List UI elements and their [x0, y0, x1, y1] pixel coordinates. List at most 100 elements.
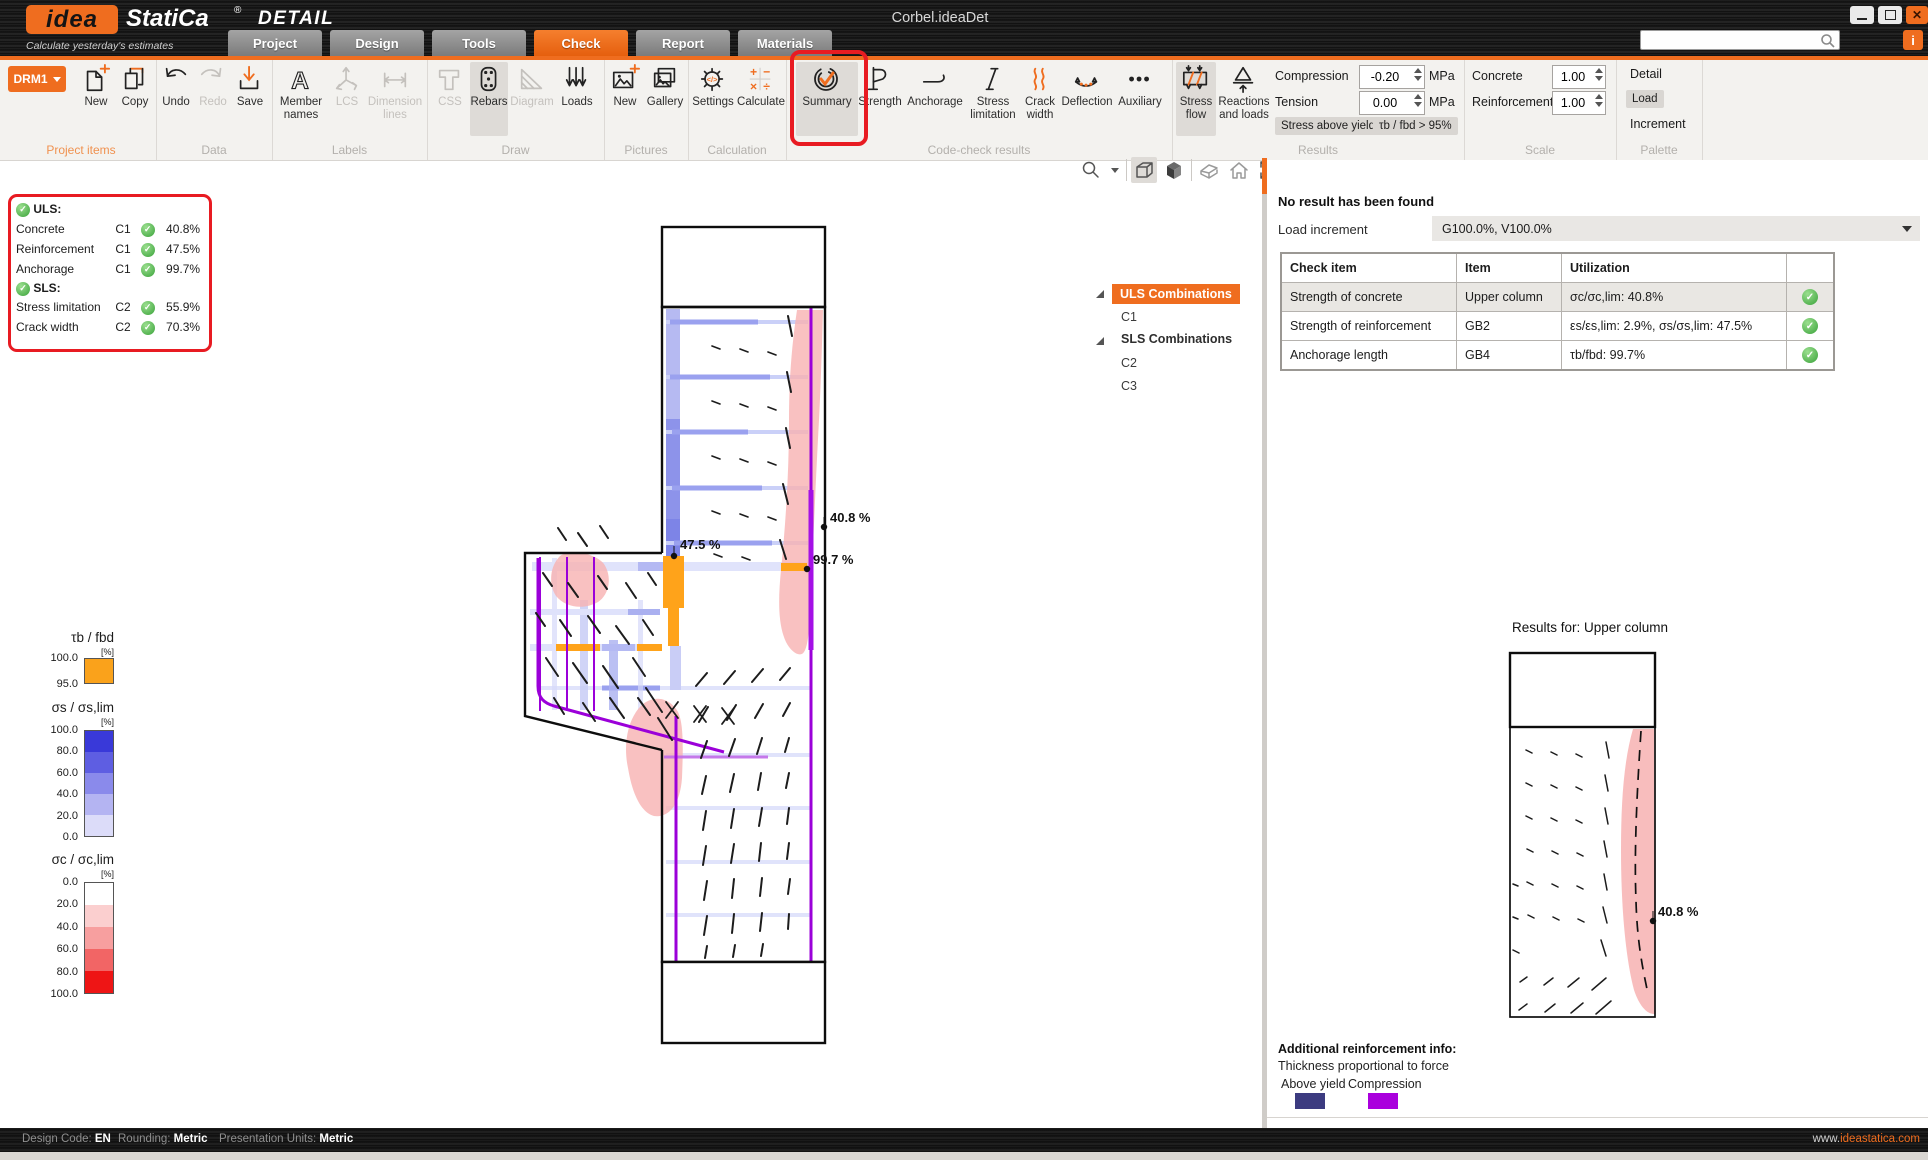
- table-row[interactable]: Strength of concrete Upper column σc/σc,…: [1281, 283, 1834, 312]
- magnifier-icon: [1081, 160, 1101, 180]
- home-view-button[interactable]: [1226, 157, 1252, 183]
- dimension-lines-button: Dimension lines: [366, 62, 424, 136]
- member-names-button[interactable]: A Member names: [274, 62, 328, 136]
- stress-above-yield-toggle[interactable]: Stress above yield: [1275, 117, 1381, 135]
- concrete-utilization-label: 40.8 %: [830, 510, 871, 525]
- compression-swatch: [1368, 1093, 1398, 1109]
- tab-check[interactable]: Check: [534, 30, 628, 56]
- panel-divider: [1267, 1117, 1928, 1118]
- check-icon: [1802, 289, 1818, 305]
- palette-load-option[interactable]: Load: [1626, 90, 1664, 108]
- mini-utilization-label: 40.8 %: [1658, 904, 1699, 919]
- calculate-button[interactable]: +−×÷ Calculate: [737, 62, 785, 136]
- tension-input[interactable]: [1360, 92, 1410, 114]
- website-link[interactable]: www.ideastatica.com: [1813, 1133, 1920, 1145]
- save-button[interactable]: Save: [232, 62, 268, 136]
- tree-item-c3[interactable]: C3: [1121, 379, 1137, 393]
- tree-item-sls-combinations[interactable]: SLS Combinations: [1121, 332, 1232, 346]
- upper-column-result-plot: 40.8 %: [1495, 640, 1715, 1030]
- results-for-title: Results for: Upper column: [1510, 620, 1670, 635]
- table-row[interactable]: Strength of reinforcement GB2 εs/εs,lim:…: [1281, 312, 1834, 341]
- spinner[interactable]: [1595, 68, 1603, 81]
- ribbon-group-data: Undo Redo Save Data: [156, 60, 273, 160]
- gallery-icon: [650, 62, 680, 96]
- tab-tools[interactable]: Tools: [432, 30, 526, 56]
- tb-fbd-toggle[interactable]: τb / fbd > 95%: [1373, 117, 1458, 135]
- check-icon: [141, 301, 155, 315]
- drm-dropdown-button[interactable]: DRM1: [8, 66, 66, 92]
- crack-width-button[interactable]: Crack width: [1017, 62, 1063, 136]
- calculate-icon: +−×÷: [746, 62, 776, 96]
- copy-button[interactable]: Copy: [116, 62, 154, 136]
- canvas-toolbar: [1078, 156, 1282, 184]
- undo-button[interactable]: Undo: [158, 62, 194, 136]
- group-label-palette: Palette: [1616, 143, 1702, 157]
- auxiliary-button[interactable]: Auxiliary: [1112, 62, 1168, 136]
- minimize-button[interactable]: [1850, 6, 1874, 24]
- svg-text:</>: </>: [707, 75, 718, 84]
- save-icon: [235, 62, 265, 96]
- rounding-status: Rounding: Metric: [118, 1133, 208, 1145]
- summary-row-reinforcement: Reinforcement C1 47.5%: [16, 242, 200, 257]
- compression-input[interactable]: [1360, 66, 1410, 88]
- load-increment-dropdown[interactable]: G100.0%, V100.0%: [1432, 216, 1920, 241]
- deflection-button[interactable]: Deflection: [1064, 62, 1110, 136]
- stress-flow-button[interactable]: Stress flow: [1176, 62, 1216, 136]
- reinforcement-scale-input[interactable]: [1553, 92, 1593, 114]
- close-button[interactable]: [1906, 6, 1928, 24]
- tab-project[interactable]: Project: [228, 30, 322, 56]
- ellipsis-icon: [1125, 62, 1155, 96]
- bottom-strip: [0, 1152, 1928, 1160]
- anchorage-button[interactable]: Anchorage: [901, 62, 969, 136]
- maximize-button[interactable]: [1878, 6, 1902, 24]
- group-label-draw: Draw: [427, 143, 604, 157]
- lcs-axes-icon: [332, 62, 362, 96]
- rebars-button[interactable]: Rebars: [470, 62, 508, 136]
- compression-unit: MPa: [1429, 69, 1455, 83]
- new-picture-button[interactable]: New: [606, 62, 644, 136]
- zoom-dropdown-button[interactable]: [1108, 157, 1122, 183]
- stress-limitation-button[interactable]: Stress limitation: [970, 62, 1016, 136]
- spinner[interactable]: [1414, 94, 1422, 107]
- tree-item-uls-combinations[interactable]: ULS Combinations: [1112, 284, 1240, 304]
- tree-expand-icon[interactable]: [1096, 337, 1104, 345]
- tree-expand-icon[interactable]: [1096, 290, 1104, 298]
- tab-materials[interactable]: Materials: [738, 30, 832, 56]
- summary-button[interactable]: Summary: [796, 62, 858, 136]
- concrete-scale-input[interactable]: [1553, 66, 1593, 88]
- perspective-view-button[interactable]: [1196, 157, 1222, 183]
- loads-button[interactable]: Loads: [556, 62, 598, 136]
- group-label-results: Results: [1172, 143, 1464, 157]
- info-button[interactable]: i: [1903, 30, 1923, 50]
- tab-report[interactable]: Report: [636, 30, 730, 56]
- registered-mark: ®: [234, 5, 241, 16]
- gallery-button[interactable]: Gallery: [644, 62, 686, 136]
- group-label-data: Data: [156, 143, 272, 157]
- palette-detail-option[interactable]: Detail: [1630, 67, 1662, 81]
- palette-increment-option[interactable]: Increment: [1630, 117, 1686, 131]
- spinner[interactable]: [1414, 68, 1422, 81]
- reinforcement-scale-field: [1552, 91, 1606, 115]
- idea-logo: idea: [26, 5, 118, 34]
- tree-item-c1[interactable]: C1: [1121, 310, 1137, 324]
- check-icon: [1802, 347, 1818, 363]
- wireframe-view-button[interactable]: [1131, 157, 1157, 183]
- toolbar-divider: [1191, 159, 1192, 181]
- tree-item-c2[interactable]: C2: [1121, 356, 1137, 370]
- concrete-compression-zone-right: [779, 310, 823, 654]
- home-icon: [1228, 159, 1250, 181]
- zoom-tool-button[interactable]: [1078, 157, 1104, 183]
- tab-design[interactable]: Design: [330, 30, 424, 56]
- dimension-lines-icon: [380, 62, 410, 96]
- search-input[interactable]: [1640, 30, 1840, 50]
- spinner[interactable]: [1595, 94, 1603, 107]
- solid-view-button[interactable]: [1161, 157, 1187, 183]
- reactions-loads-button[interactable]: Reactions and loads: [1217, 62, 1271, 136]
- settings-button[interactable]: </> Settings: [690, 62, 736, 136]
- rebars-icon: [474, 62, 504, 96]
- new-project-item-button[interactable]: New: [76, 62, 116, 136]
- reinforcement-scale-label: Reinforcement: [1472, 95, 1553, 109]
- strength-icon: [865, 62, 895, 96]
- strength-button[interactable]: Strength: [860, 62, 900, 136]
- table-row[interactable]: Anchorage length GB4 τb/fbd: 99.7%: [1281, 341, 1834, 371]
